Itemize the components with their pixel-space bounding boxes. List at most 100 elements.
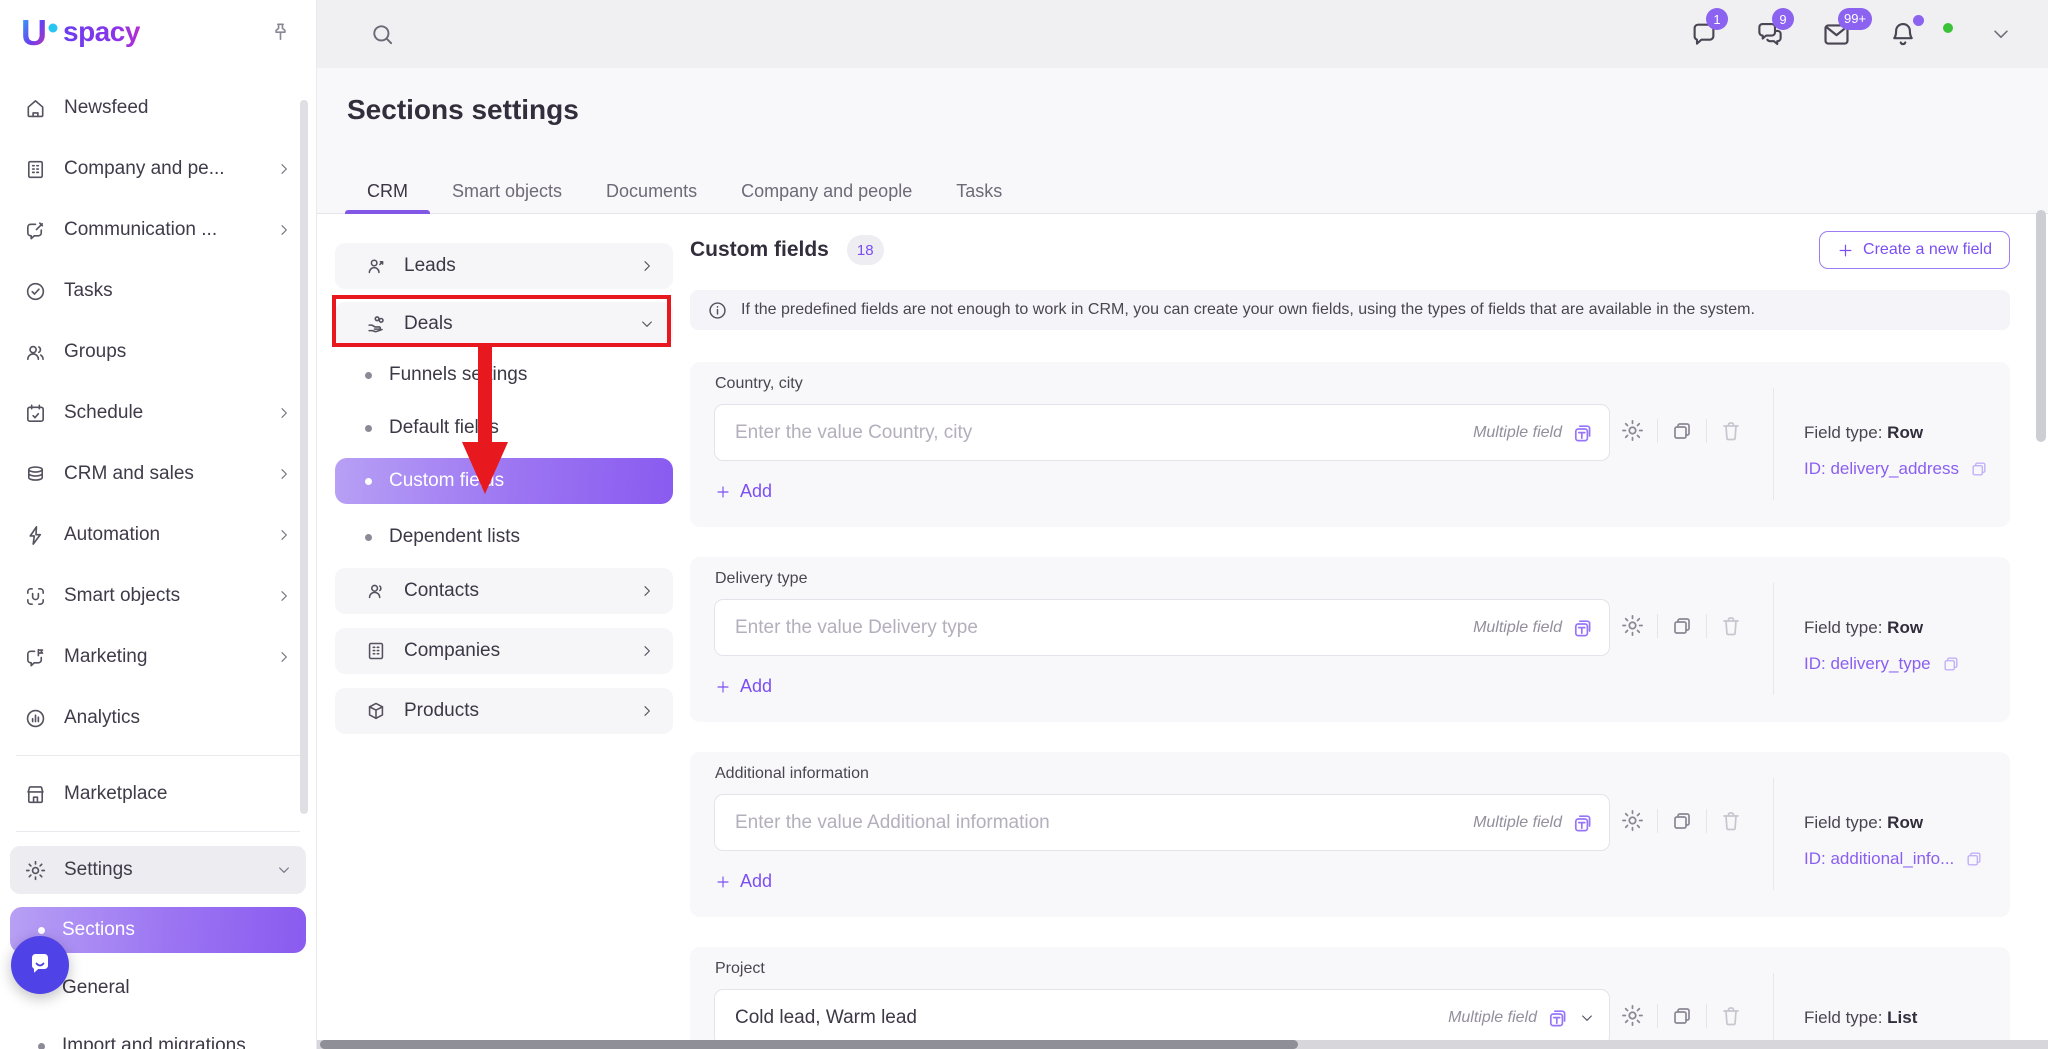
notification-dot	[1913, 15, 1924, 26]
sidebar-scrollbar[interactable]	[300, 100, 308, 814]
delete-field-trash-icon[interactable]	[1719, 1004, 1743, 1028]
delete-field-trash-icon[interactable]	[1719, 809, 1743, 833]
field-type-row: Field type: Row	[1804, 618, 1961, 638]
field-value-input[interactable]	[715, 422, 1473, 444]
create-new-field-button[interactable]: Create a new field	[1819, 231, 2010, 269]
subnav-item-deals[interactable]: Deals	[335, 302, 673, 346]
field-type-label: Field type:	[1804, 1008, 1882, 1027]
action-separator	[1706, 614, 1707, 638]
sidebar-item-company-and-people[interactable]: Company and pe...	[10, 145, 306, 193]
add-value-button[interactable]: Add	[715, 871, 772, 892]
subnav-item-products[interactable]: Products	[335, 688, 673, 734]
support-chat-button[interactable]	[11, 936, 69, 994]
field-settings-gear-icon[interactable]	[1620, 613, 1645, 638]
sidebar-item-label: Analytics	[64, 707, 140, 729]
plus-icon	[1837, 242, 1854, 259]
multiple-field-label: Multiple field	[1473, 814, 1562, 832]
duplicate-field-icon[interactable]	[1670, 614, 1694, 638]
chevron-down-icon	[276, 862, 292, 878]
copy-id-icon[interactable]	[1941, 654, 1961, 674]
sidebar-item-analytics[interactable]: Analytics	[10, 694, 306, 742]
sidebar-item-label: Communication ...	[64, 219, 217, 241]
bullet-icon	[38, 927, 45, 934]
sidebar-item-schedule[interactable]: Schedule	[10, 389, 306, 437]
sidebar-item-label: Newsfeed	[64, 97, 149, 119]
copy-id-icon[interactable]	[1964, 849, 1984, 869]
field-value-input[interactable]	[715, 1007, 1448, 1029]
tab-documents[interactable]: Documents	[584, 169, 719, 213]
sidebar-item-tasks[interactable]: Tasks	[10, 267, 306, 315]
field-settings-gear-icon[interactable]	[1620, 1003, 1645, 1028]
input-right-group: Multiple field	[1473, 616, 1609, 640]
duplicate-field-icon[interactable]	[1670, 419, 1694, 443]
subnav-item-custom-fields[interactable]: Custom fields	[335, 458, 673, 504]
duplicate-field-icon[interactable]	[1670, 809, 1694, 833]
subnav-item-default-fields[interactable]: Default fields	[335, 413, 673, 443]
subnav-item-contacts[interactable]: Contacts	[335, 568, 673, 614]
chevron-down-icon[interactable]	[1990, 23, 2012, 45]
uspacy-logo[interactable]: U spacy	[20, 13, 140, 51]
sidebar-item-marketing[interactable]: Marketing	[10, 633, 306, 681]
add-value-button[interactable]: Add	[715, 676, 772, 697]
sidebar-item-groups[interactable]: Groups	[10, 328, 306, 376]
topbar: 1 9 99+	[317, 0, 2048, 68]
copy-id-icon[interactable]	[1969, 459, 1989, 479]
sidebar-item-automation[interactable]: Automation	[10, 511, 306, 559]
multiple-field-label: Multiple field	[1448, 1009, 1537, 1027]
delete-field-trash-icon[interactable]	[1719, 419, 1743, 443]
horizontal-scrollbar-thumb[interactable]	[320, 1040, 1298, 1049]
search-icon[interactable]	[369, 21, 396, 48]
sidebar-item-import-and-migrations[interactable]: Import and migrations	[10, 1023, 306, 1049]
tab-crm[interactable]: CRM	[345, 169, 430, 213]
tab-smart-objects[interactable]: Smart objects	[430, 169, 584, 213]
delete-field-trash-icon[interactable]	[1719, 614, 1743, 638]
app-window: U spacy Newsfeed Company and pe... C	[0, 0, 2048, 1049]
group-chat-icon[interactable]: 9	[1755, 19, 1785, 49]
pin-icon[interactable]	[269, 21, 292, 44]
main-scrollbar[interactable]	[2036, 210, 2046, 442]
field-value-input[interactable]	[715, 617, 1473, 639]
sidebar-item-communication[interactable]: Communication ...	[10, 206, 306, 254]
bell-icon[interactable]	[1888, 19, 1918, 49]
chat-bubble-icon	[25, 950, 55, 980]
subnav-item-funnels-settings[interactable]: Funnels settings	[335, 360, 673, 390]
add-value-button[interactable]: Add	[715, 481, 772, 502]
sidebar-header: U spacy	[0, 0, 316, 52]
action-separator	[1706, 1004, 1707, 1028]
sidebar-divider	[16, 755, 300, 756]
company-icon	[365, 640, 387, 662]
field-actions	[1620, 808, 1743, 833]
sidebar-item-marketplace[interactable]: Marketplace	[10, 770, 306, 818]
mail-badge: 99+	[1838, 8, 1872, 30]
field-meta: Field type: Row ID: additional_info...	[1804, 813, 1984, 869]
tab-tasks[interactable]: Tasks	[934, 169, 1024, 213]
field-value-input[interactable]	[715, 812, 1473, 834]
action-separator	[1657, 419, 1658, 443]
main-panel: Leads Deals Funnels settings Default fie…	[317, 215, 2048, 1049]
multiple-field-label: Multiple field	[1473, 619, 1562, 637]
sidebar-divider	[16, 831, 300, 832]
field-input-wrap: Multiple field	[714, 989, 1610, 1046]
contact-icon	[365, 580, 387, 602]
duplicate-field-icon[interactable]	[1670, 1004, 1694, 1028]
action-separator	[1657, 1004, 1658, 1028]
subnav-item-dependent-lists[interactable]: Dependent lists	[335, 522, 673, 552]
field-settings-gear-icon[interactable]	[1620, 808, 1645, 833]
chevron-right-icon	[639, 583, 655, 599]
sidebar-item-settings[interactable]: Settings	[10, 846, 306, 894]
subnav-item-companies[interactable]: Companies	[335, 628, 673, 674]
sidebar-item-label: Marketplace	[64, 783, 168, 805]
field-settings-gear-icon[interactable]	[1620, 418, 1645, 443]
tab-company-and-people[interactable]: Company and people	[719, 169, 934, 213]
sidebar-item-newsfeed[interactable]: Newsfeed	[10, 84, 306, 132]
smart-object-icon	[24, 585, 47, 608]
sidebar-item-crm-and-sales[interactable]: CRM and sales	[10, 450, 306, 498]
chevron-down-icon[interactable]	[1579, 1010, 1595, 1026]
chat-icon[interactable]: 1	[1689, 19, 1719, 49]
sidebar-item-smart-objects[interactable]: Smart objects	[10, 572, 306, 620]
subnav-item-leads[interactable]: Leads	[335, 243, 673, 289]
crm-subnav: Leads Deals Funnels settings Default fie…	[335, 243, 673, 743]
field-type-row: Field type: Row	[1804, 423, 1989, 443]
plus-icon	[715, 874, 731, 890]
mail-icon[interactable]: 99+	[1821, 19, 1852, 50]
